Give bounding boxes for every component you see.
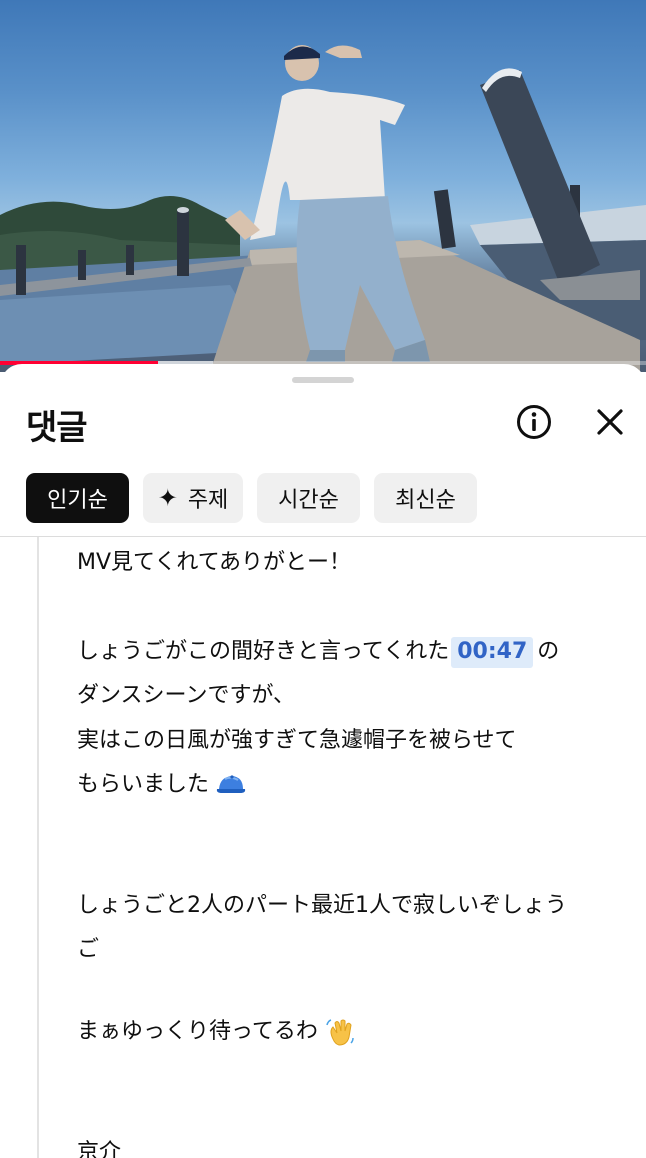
comments-sheet: 댓글 인기순 ✦ 주제 시간순 최신순 MV見てくれてありがとー！ しょうごがこ… [0, 364, 646, 1158]
comments-title: 댓글 [26, 408, 88, 448]
chip-timeline[interactable]: 시간순 [257, 473, 360, 523]
comment-line: しょうごがこの間好きと言ってくれた 00:47 の [77, 633, 560, 668]
info-icon [517, 405, 551, 439]
comment-line: ダンスシーンですが、 [77, 683, 296, 708]
video-frame [0, 45, 646, 372]
close-icon [597, 409, 623, 435]
comment-line: 実はこの日風が強すぎて急遽帽子を被らせて [77, 728, 517, 753]
chip-popular-label: 인기순 [47, 488, 108, 513]
sparkle-icon: ✦ [157, 484, 178, 512]
header-divider [0, 536, 646, 537]
info-button[interactable] [514, 402, 554, 442]
chip-newest[interactable]: 최신순 [374, 473, 477, 523]
chip-newest-label: 최신순 [395, 488, 456, 513]
comment-text: しょうごがこの間好きと言ってくれた [77, 639, 450, 664]
close-button[interactable] [590, 402, 630, 442]
comment-line: ご [77, 937, 100, 962]
comment-text: もらいました [77, 772, 210, 797]
comment-line: MV見てくれてありがとー！ [77, 550, 352, 575]
drag-handle[interactable] [292, 377, 354, 383]
cap-emoji [216, 775, 246, 793]
chip-popular[interactable]: 인기순 [26, 473, 129, 523]
comment-line: まぁゆっくり待ってるわ [77, 1013, 355, 1047]
comment-line: しょうごと2人のパート最近1人で寂しいぞしょう [77, 893, 567, 918]
thread-line [37, 537, 39, 1158]
comment-line: 京介 [77, 1140, 122, 1158]
chip-topics-label: 주제 [187, 488, 229, 513]
chip-timeline-label: 시간순 [278, 488, 339, 513]
sort-chips: 인기순 ✦ 주제 시간순 최신순 [26, 473, 477, 523]
comment-text: まぁゆっくり待ってるわ [77, 1019, 318, 1044]
timestamp-link[interactable]: 00:47 [451, 637, 534, 668]
comment-line: もらいました [77, 766, 246, 798]
comment-text: の [537, 639, 560, 664]
chip-topics[interactable]: ✦ 주제 [143, 473, 243, 523]
video-player[interactable] [0, 0, 646, 372]
waving-hand-emoji [326, 1019, 354, 1046]
